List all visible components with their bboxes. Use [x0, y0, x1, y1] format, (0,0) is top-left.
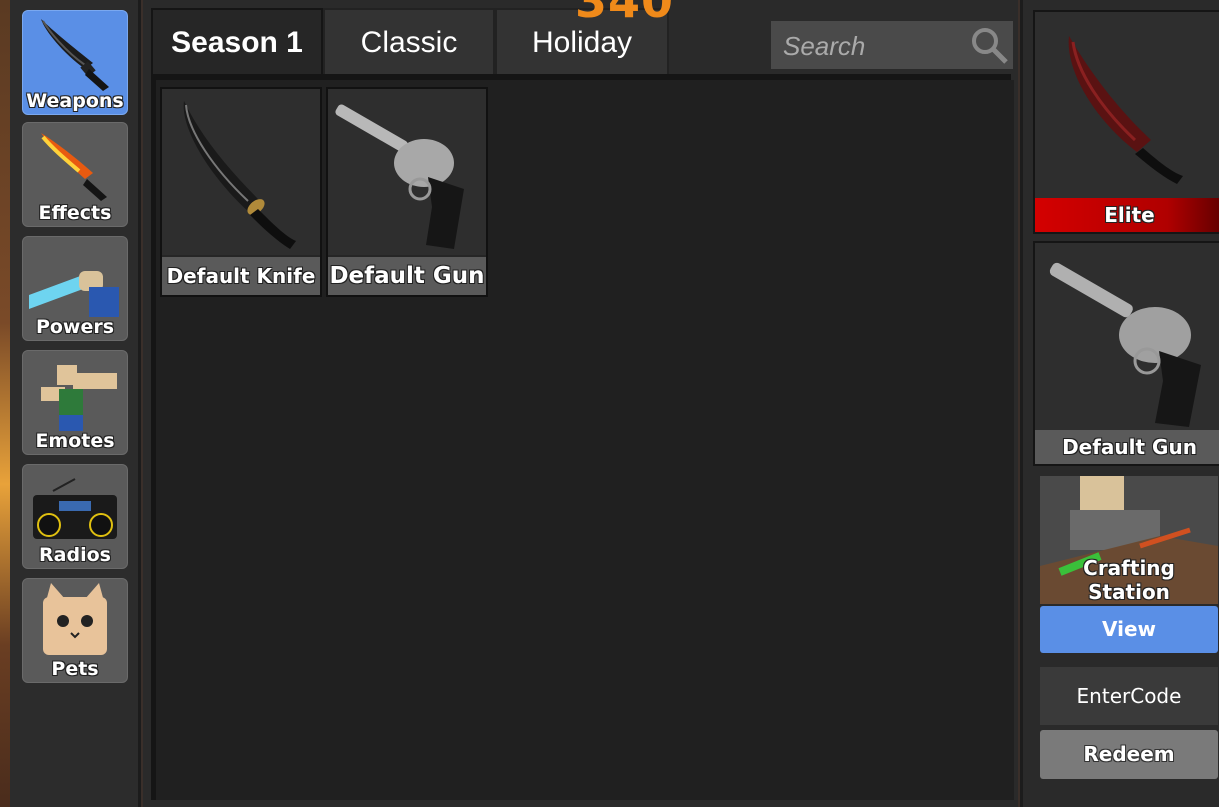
view-crafting-button[interactable]: View — [1040, 606, 1218, 653]
item-card-default-knife[interactable]: Default Knife — [160, 87, 322, 297]
search-icon[interactable] — [969, 25, 1009, 65]
category-label: Powers — [35, 316, 115, 338]
tab-season-1[interactable]: Season 1 — [151, 8, 323, 84]
revolver-icon — [328, 89, 486, 255]
category-label: Pets — [51, 658, 99, 680]
equipped-gun-label: Default Gun — [1035, 430, 1219, 464]
emote-character-icon — [41, 365, 117, 431]
search-box — [771, 21, 1013, 71]
category-label: Effects — [38, 202, 112, 224]
code-input[interactable] — [1040, 667, 1218, 725]
currency-counter: 340 — [575, 0, 675, 28]
knife-icon — [162, 89, 320, 255]
category-sidebar: Weapons Effects Powers Emotes Radios Pet… — [10, 0, 141, 807]
category-weapons-button[interactable]: Weapons — [22, 10, 128, 115]
revolver-icon — [1049, 262, 1201, 427]
inventory-panel: Season 1 Classic Holiday 340 Default Kni… — [143, 0, 1018, 807]
category-label: Emotes — [35, 430, 115, 452]
item-card-default-gun[interactable]: Default Gun — [326, 87, 488, 297]
boombox-icon — [33, 478, 117, 539]
item-name: Default Gun — [328, 257, 486, 295]
category-radios-button[interactable]: Radios — [22, 464, 128, 569]
equipped-knife-slot[interactable]: Elite — [1033, 10, 1219, 234]
knife-icon — [41, 19, 109, 91]
tab-classic[interactable]: Classic — [323, 8, 495, 78]
category-emotes-button[interactable]: Emotes — [22, 350, 128, 455]
power-beam-icon — [29, 271, 119, 317]
search-input[interactable] — [771, 21, 975, 71]
redeem-button[interactable]: Redeem — [1040, 730, 1218, 779]
equipped-knife-label: Elite — [1035, 198, 1219, 232]
item-name: Default Knife — [162, 257, 320, 295]
cat-pet-icon — [43, 583, 107, 655]
red-knife-icon — [1068, 36, 1183, 184]
category-label: Radios — [39, 544, 111, 566]
equipped-panel: Elite Default Gun Crafting Station View … — [1020, 0, 1219, 807]
crafting-station-label: Crafting Station — [1083, 556, 1175, 604]
flaming-knife-icon — [41, 133, 107, 201]
item-grid: Default Knife Default Gun — [151, 80, 1014, 800]
category-powers-button[interactable]: Powers — [22, 236, 128, 341]
crafting-station-card[interactable]: Crafting Station — [1040, 476, 1218, 604]
category-label: Weapons — [26, 90, 124, 112]
category-effects-button[interactable]: Effects — [22, 122, 128, 227]
equipped-gun-slot[interactable]: Default Gun — [1033, 241, 1219, 466]
category-pets-button[interactable]: Pets — [22, 578, 128, 683]
